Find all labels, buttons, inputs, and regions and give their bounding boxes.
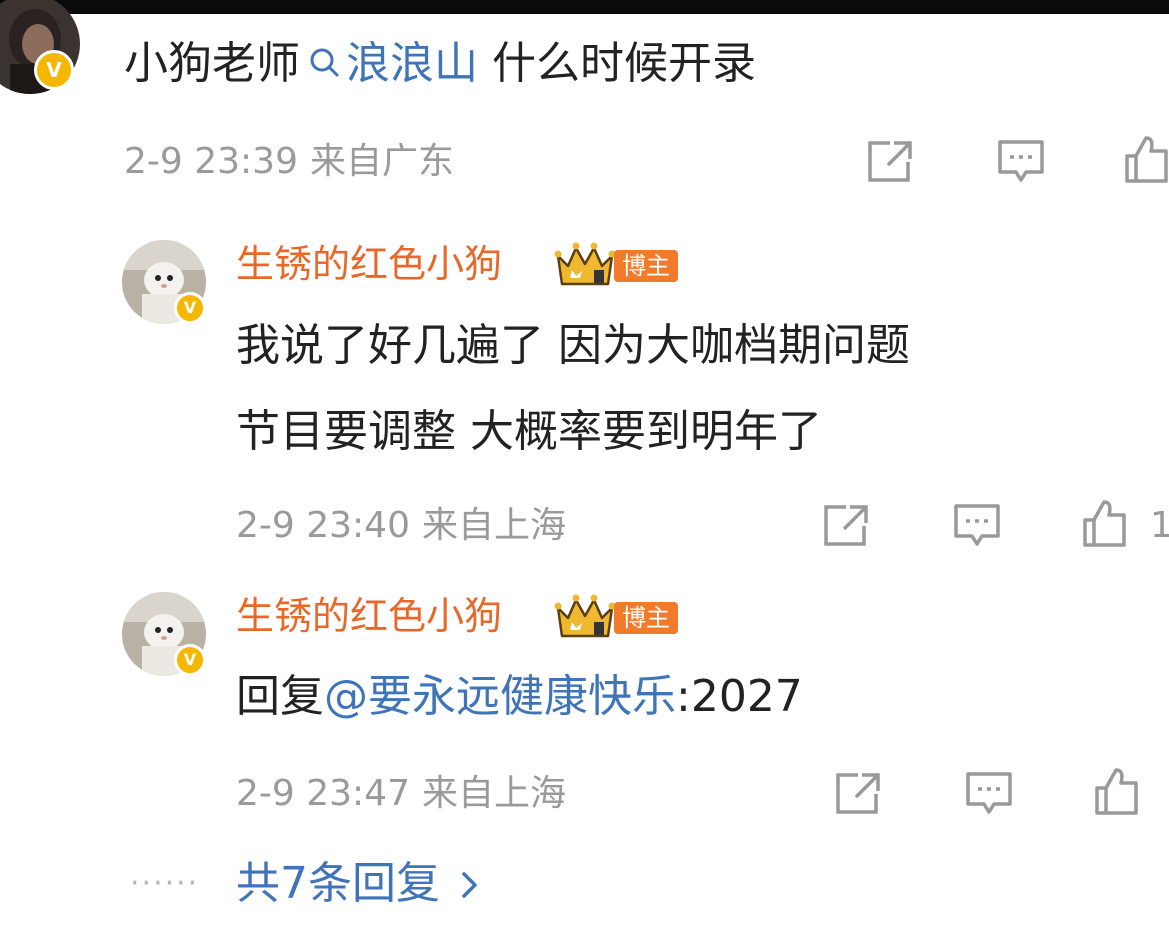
- blogger-badge: 博主: [614, 602, 678, 634]
- reply-time: 2-9 23:47: [236, 773, 410, 814]
- comment-icon[interactable]: [964, 770, 1014, 818]
- like-count: 1: [1150, 505, 1169, 546]
- verified-badge-icon: V: [174, 292, 206, 324]
- more-replies-dots: ······: [130, 866, 200, 901]
- comment-icon[interactable]: [996, 138, 1046, 186]
- thumbs-up-icon[interactable]: [1124, 134, 1169, 184]
- more-replies-link[interactable]: 共7条回复: [236, 856, 480, 914]
- share-icon[interactable]: [822, 502, 872, 548]
- topic-link[interactable]: 浪浪山: [346, 38, 478, 89]
- reply-avatar[interactable]: V: [122, 240, 206, 324]
- post-author-prefix: 小狗老师: [124, 38, 300, 89]
- post-location: 来自广东: [310, 141, 455, 182]
- post-text: 什么时候开录: [478, 38, 756, 89]
- reply-time: 2-9 23:40: [236, 505, 410, 546]
- share-icon[interactable]: [866, 138, 916, 184]
- reply-content: 回复@要永远健康快乐:2027: [236, 654, 803, 740]
- post-time: 2-9 23:39: [124, 141, 298, 182]
- reply-meta: 2-9 23:47 来自上海: [236, 772, 566, 816]
- crown-level-icon: [554, 592, 616, 644]
- reply-content: 我说了好几遍了 因为大咖档期问题 节目要调整 大概率要到明年了: [236, 303, 910, 475]
- share-icon[interactable]: [834, 770, 884, 816]
- reply-avatar[interactable]: V: [122, 592, 206, 676]
- reply-location: 来自上海: [422, 505, 567, 546]
- chevron-right-icon: [460, 858, 480, 914]
- reply-suffix: :2027: [676, 671, 803, 722]
- reply-meta: 2-9 23:40 来自上海: [236, 504, 566, 548]
- crown-level-icon: [554, 240, 616, 292]
- reply-prefix: 回复: [236, 671, 324, 722]
- status-bar: [0, 0, 1169, 14]
- post-content: 小狗老师 浪浪山 什么时候开录: [124, 34, 756, 96]
- verified-badge-icon: V: [34, 50, 74, 90]
- thumbs-up-icon[interactable]: [1082, 498, 1127, 548]
- user-badges: 博主: [554, 240, 678, 292]
- comment-icon[interactable]: [952, 502, 1002, 550]
- mention-link[interactable]: @要永远健康快乐: [324, 671, 676, 722]
- reply-line: 我说了好几遍了 因为大咖档期问题: [236, 320, 910, 371]
- more-replies-label: 共7条回复: [236, 858, 440, 909]
- user-badges: 博主: [554, 592, 678, 644]
- reply-username[interactable]: 生锈的红色小狗: [236, 240, 502, 288]
- verified-badge-icon: V: [174, 644, 206, 676]
- reply-line: 节目要调整 大概率要到明年了: [236, 406, 822, 457]
- reply-location: 来自上海: [422, 773, 567, 814]
- reply-username[interactable]: 生锈的红色小狗: [236, 592, 502, 640]
- post-author-avatar[interactable]: V: [0, 0, 80, 94]
- post-meta: 2-9 23:39 来自广东: [124, 140, 454, 184]
- thumbs-up-icon[interactable]: [1094, 766, 1139, 816]
- blogger-badge: 博主: [614, 250, 678, 282]
- search-icon: [306, 36, 342, 96]
